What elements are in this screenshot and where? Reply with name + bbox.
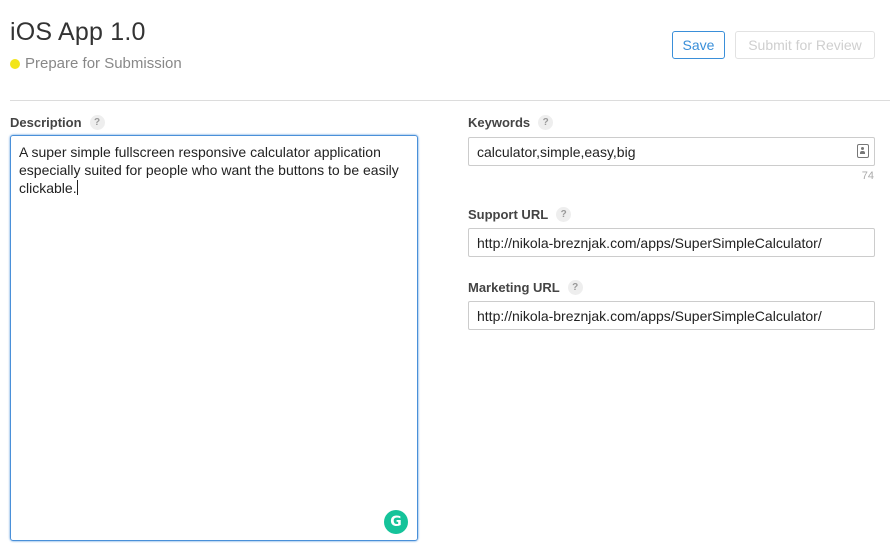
description-textarea[interactable]: A super simple fullscreen responsive cal… [10,135,418,541]
submit-for-review-button[interactable]: Submit for Review [735,31,875,59]
grammarly-glyph: G [390,514,402,530]
keywords-value: calculator,simple,easy,big [477,144,636,160]
submission-status: Prepare for Submission [10,55,182,72]
grammarly-icon[interactable]: G [384,510,408,534]
support-url-value: http://nikola-breznjak.com/apps/SuperSim… [477,235,822,251]
description-label: Description ? [10,115,105,130]
text-caret [76,180,78,195]
description-help-icon[interactable]: ? [89,115,105,130]
marketing-url-help-icon[interactable]: ? [567,280,583,295]
contact-card-icon[interactable] [857,144,869,158]
marketing-url-label: Marketing URL ? [468,280,583,295]
app-title: iOS App 1.0 [10,18,146,46]
keywords-input[interactable]: calculator,simple,easy,big [468,137,875,166]
support-url-input[interactable]: http://nikola-breznjak.com/apps/SuperSim… [468,228,875,257]
save-button[interactable]: Save [672,31,725,59]
support-url-help-icon[interactable]: ? [556,207,572,222]
marketing-url-input[interactable]: http://nikola-breznjak.com/apps/SuperSim… [468,301,875,330]
marketing-url-label-text: Marketing URL [468,280,560,295]
keywords-remaining-count: 74 [861,170,874,182]
status-dot-icon [10,58,20,69]
status-text: Prepare for Submission [25,55,182,72]
header-divider [10,100,890,101]
keywords-label-text: Keywords [468,115,531,130]
marketing-url-value: http://nikola-breznjak.com/apps/SuperSim… [477,308,822,324]
support-url-label: Support URL ? [468,207,572,222]
support-url-label-text: Support URL [468,207,549,222]
keywords-label: Keywords ? [468,115,554,130]
keywords-help-icon[interactable]: ? [538,115,554,130]
description-label-text: Description [10,115,82,130]
